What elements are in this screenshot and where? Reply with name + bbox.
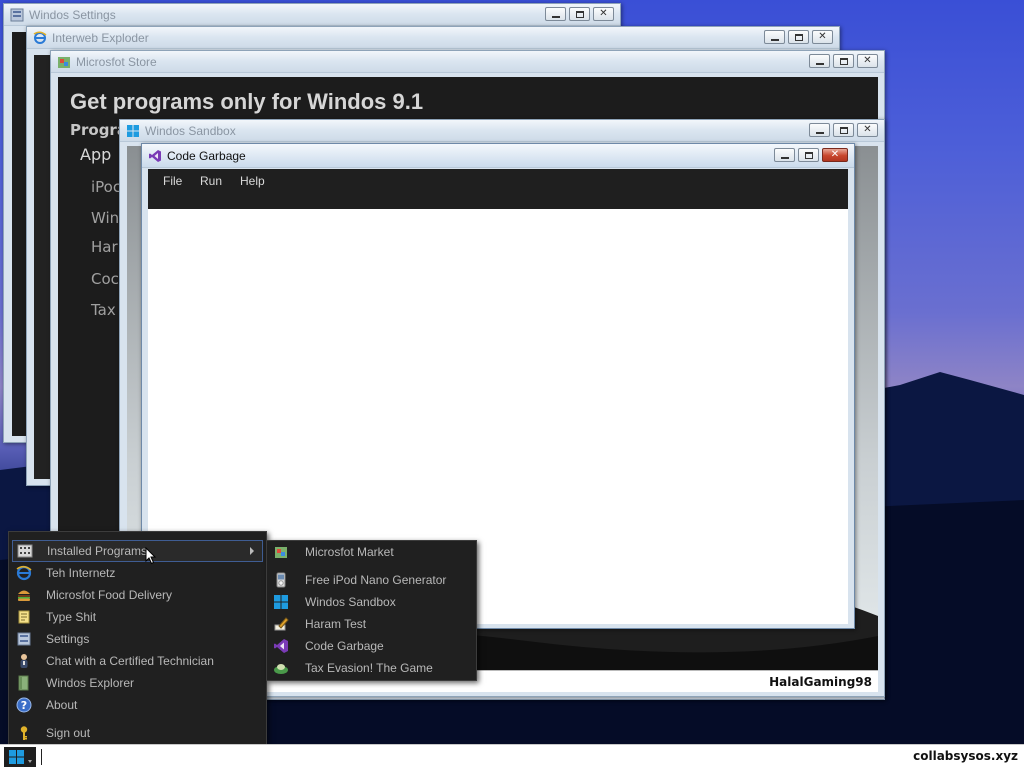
internet-icon: [16, 565, 32, 581]
minimize-button[interactable]: [764, 30, 785, 44]
chevron-down-icon: [28, 759, 32, 763]
start-item-label: Type Shit: [46, 610, 97, 624]
start-menu: Installed Programs Teh Internetz Microsf…: [8, 531, 267, 745]
store-icon: [275, 547, 287, 558]
help-icon: ?: [16, 697, 32, 713]
maximize-button[interactable]: [788, 30, 809, 44]
taskbar-search-caret[interactable]: [41, 749, 42, 765]
visual-studio-icon: [149, 149, 161, 162]
start-item-type[interactable]: Type Shit: [12, 606, 263, 628]
maximize-button[interactable]: [569, 7, 590, 21]
window-title: Windos Settings: [29, 7, 116, 22]
menu-help[interactable]: Help: [240, 174, 265, 188]
ipod-icon: [276, 572, 286, 588]
menu-run[interactable]: Run: [200, 174, 222, 188]
program-item-label: Windos Sandbox: [305, 595, 396, 609]
minimize-button[interactable]: [809, 123, 830, 137]
start-button[interactable]: [4, 747, 36, 767]
start-item-label: Teh Internetz: [46, 566, 116, 580]
chevron-right-icon: [250, 547, 254, 555]
installed-programs-submenu: Microsfot Market Free iPod Nano Generato…: [266, 540, 477, 681]
maximize-button[interactable]: [833, 123, 854, 137]
browser-titlebar[interactable]: Interweb Exploder ✕: [27, 27, 839, 49]
username-label: HalalGaming98: [769, 675, 872, 689]
start-item-food-delivery[interactable]: Microsfot Food Delivery: [12, 584, 263, 606]
tray-site-label: collabsysos.xyz: [913, 749, 1018, 763]
start-item-label: Microsfot Food Delivery: [46, 588, 173, 602]
store-app-item[interactable]: Coc: [91, 270, 119, 288]
menu-file[interactable]: File: [163, 174, 182, 188]
store-app-item[interactable]: Win: [91, 209, 119, 227]
start-item-label: Windos Explorer: [46, 676, 135, 690]
start-item-settings[interactable]: Settings: [12, 628, 263, 650]
program-item-label: Microsfot Market: [305, 545, 394, 559]
svg-text:?: ?: [21, 699, 27, 712]
sandbox-titlebar[interactable]: Windos Sandbox ✕: [120, 120, 884, 142]
start-item-about[interactable]: ? About: [12, 694, 263, 716]
minimize-button[interactable]: [545, 7, 566, 21]
program-item-label: Code Garbage: [305, 639, 384, 653]
close-button[interactable]: ✕: [857, 123, 878, 137]
mouse-cursor-icon: [145, 547, 157, 565]
programs-icon: [17, 544, 33, 558]
program-item-market[interactable]: Microsfot Market: [270, 541, 473, 563]
program-item-label: Free iPod Nano Generator: [305, 573, 447, 587]
program-item-ipod[interactable]: Free iPod Nano Generator: [270, 569, 473, 591]
store-app-item[interactable]: iPoc: [91, 178, 121, 196]
folder-icon: [18, 675, 29, 691]
pencil-icon: [274, 617, 289, 631]
program-item-tax-evasion[interactable]: Tax Evasion! The Game: [270, 657, 473, 679]
key-icon: [20, 726, 28, 740]
technician-icon: [20, 654, 28, 668]
close-button[interactable]: ✕: [857, 54, 878, 68]
notepad-icon: [18, 610, 30, 624]
start-item-label: Chat with a Certified Technician: [46, 654, 214, 668]
start-item-label: About: [46, 698, 78, 712]
windows-logo-icon: [127, 124, 139, 137]
start-item-explorer[interactable]: Windos Explorer: [12, 672, 263, 694]
window-title: Microsfot Store: [76, 54, 157, 69]
close-button[interactable]: ✕: [593, 7, 614, 21]
maximize-button[interactable]: [833, 54, 854, 68]
store-app-item[interactable]: Tax: [91, 301, 116, 319]
start-item-sign-out[interactable]: Sign out: [12, 722, 263, 744]
window-title: Windos Sandbox: [145, 123, 236, 138]
program-item-haram-test[interactable]: Haram Test: [270, 613, 473, 635]
store-heading: Get programs only for Windos 9.1: [70, 89, 424, 114]
minimize-button[interactable]: [774, 148, 795, 162]
store-section-title: App: [80, 145, 112, 164]
close-button[interactable]: ✕: [822, 148, 848, 162]
start-item-internet[interactable]: Teh Internetz: [12, 562, 263, 584]
store-app-item[interactable]: Har: [91, 238, 118, 256]
minimize-button[interactable]: [809, 54, 830, 68]
close-button[interactable]: ✕: [812, 30, 833, 44]
program-item-code-garbage[interactable]: Code Garbage: [270, 635, 473, 657]
settings-icon: [10, 8, 24, 21]
game-icon: [274, 664, 288, 674]
burger-icon: [18, 590, 30, 601]
window-title: Code Garbage: [167, 148, 246, 163]
windows-logo-icon: [9, 750, 24, 764]
visual-studio-icon: [274, 639, 288, 653]
window-title: Interweb Exploder: [52, 30, 149, 45]
start-item-installed-programs[interactable]: Installed Programs: [12, 540, 263, 562]
windows-logo-icon: [274, 595, 288, 609]
start-item-label: Installed Programs: [47, 544, 148, 558]
internet-explorer-icon: [33, 31, 47, 44]
store-titlebar[interactable]: Microsfot Store ✕: [51, 51, 884, 73]
start-item-technician[interactable]: Chat with a Certified Technician: [12, 650, 263, 672]
program-item-label: Tax Evasion! The Game: [305, 661, 433, 675]
settings-icon: [17, 632, 31, 646]
settings-titlebar[interactable]: Windos Settings ✕: [4, 4, 620, 26]
start-item-label: Sign out: [46, 726, 91, 740]
menu-bar: File Run Help: [148, 169, 848, 209]
program-item-label: Haram Test: [305, 617, 367, 631]
start-item-label: Settings: [46, 632, 90, 646]
store-icon: [58, 56, 70, 68]
code-garbage-titlebar[interactable]: Code Garbage ✕: [142, 144, 854, 168]
maximize-button[interactable]: [798, 148, 819, 162]
program-item-sandbox[interactable]: Windos Sandbox: [270, 591, 473, 613]
taskbar: collabsysos.xyz: [0, 744, 1024, 768]
